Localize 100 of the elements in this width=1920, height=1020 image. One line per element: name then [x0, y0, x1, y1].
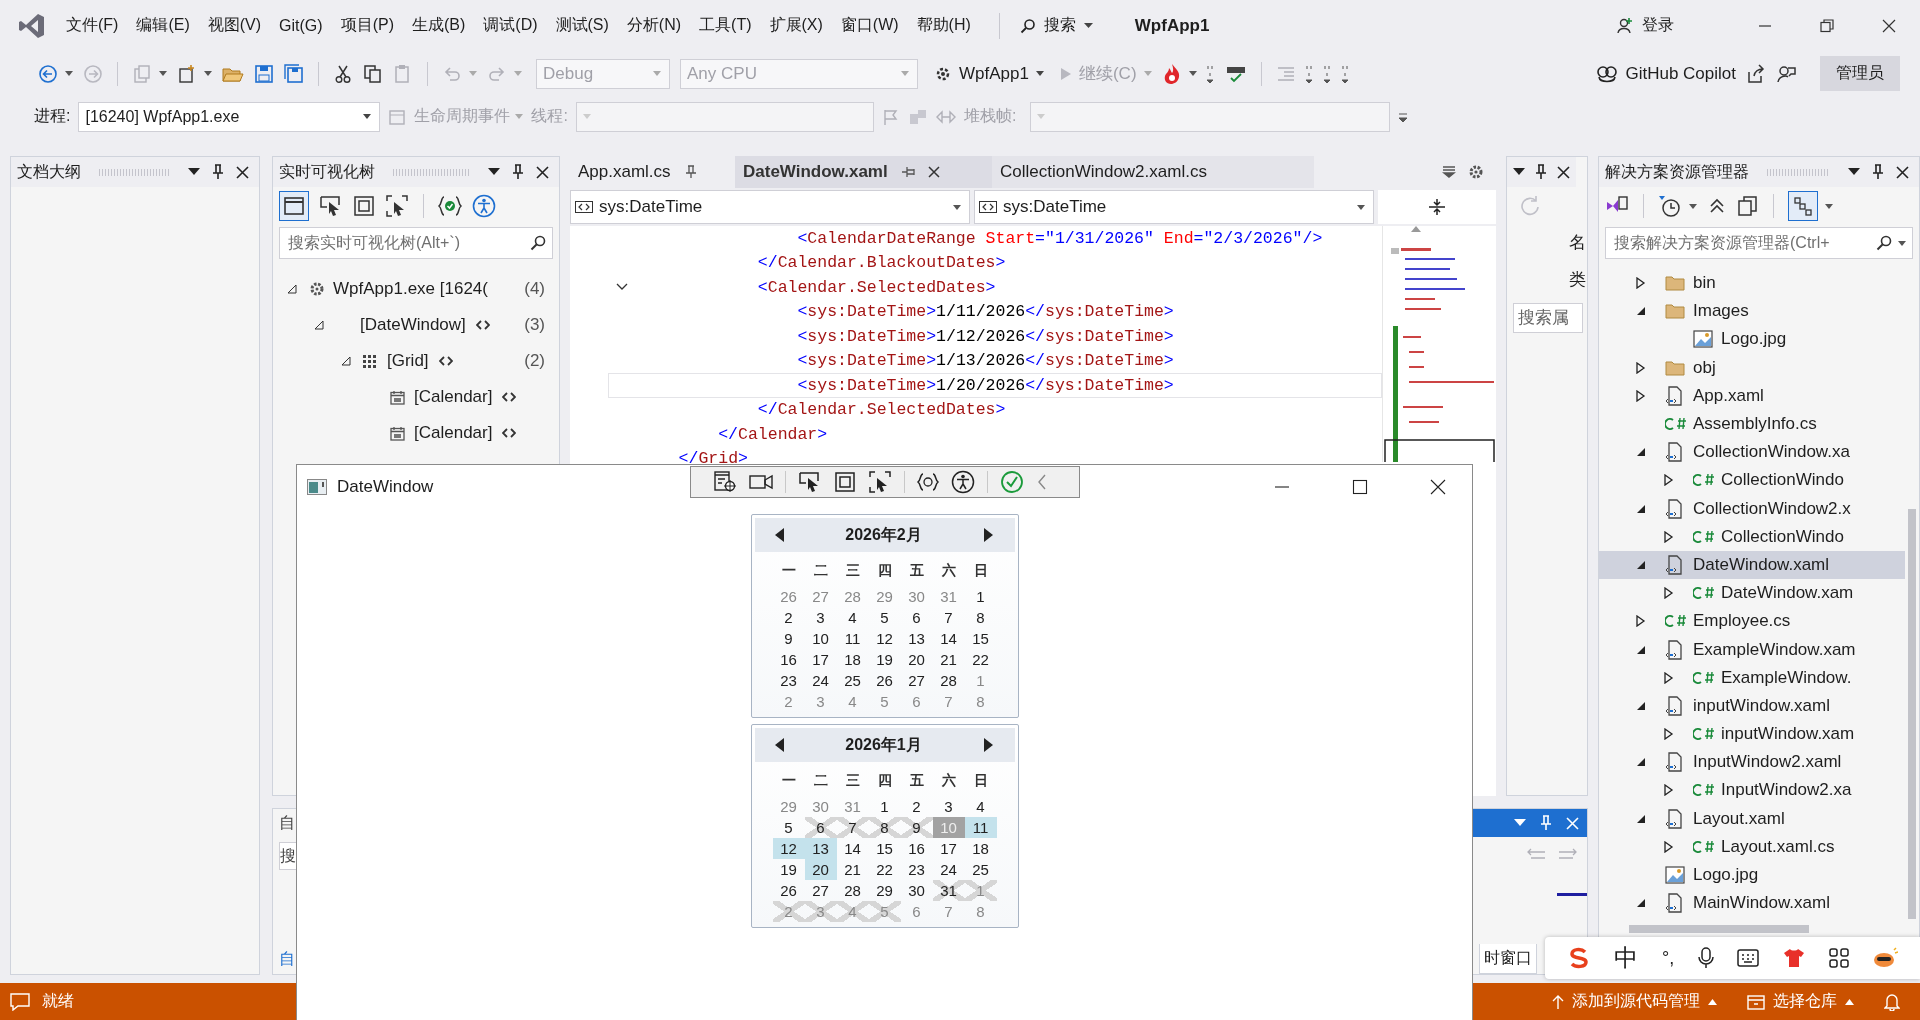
tree-row[interactable]: Images: [1599, 297, 1905, 326]
solution-item[interactable]: CollectionWindo: [1721, 470, 1844, 491]
menu-item[interactable]: 分析(N): [626, 11, 700, 40]
comment-icon[interactable]: [10, 992, 30, 1011]
binding-icon[interactable]: [917, 472, 939, 492]
collapsed-icon[interactable]: [1663, 784, 1674, 797]
tree-row[interactable]: CollectionWindo: [1599, 466, 1905, 495]
save-icon[interactable]: [254, 63, 274, 84]
collapse-icon[interactable]: [616, 283, 628, 292]
calendar-day[interactable]: 27: [900, 670, 933, 691]
tree-row[interactable]: CollectionWindow2.x: [1599, 494, 1905, 523]
pin-icon[interactable]: [684, 165, 697, 179]
menu-item[interactable]: 调试(D): [483, 11, 556, 40]
calendar-day[interactable]: 11: [964, 817, 997, 838]
tree-row[interactable]: AssemblyInfo.cs: [1599, 409, 1905, 439]
calendar-day[interactable]: 20: [804, 859, 837, 880]
collapsed-icon[interactable]: [1635, 277, 1646, 290]
month-title[interactable]: 2026年1月: [845, 734, 922, 756]
overflow-icon[interactable]: [1341, 63, 1350, 84]
solution-item[interactable]: Layout.xaml.cs: [1721, 836, 1835, 857]
calendar-day[interactable]: 30: [900, 880, 933, 901]
accessibility-icon[interactable]: [951, 470, 975, 494]
calendar-day[interactable]: 2: [772, 607, 805, 628]
calendar-day[interactable]: 3: [932, 796, 965, 817]
calendar-day[interactable]: 13: [900, 628, 933, 649]
cut-icon[interactable]: [333, 63, 353, 84]
search-button[interactable]: 搜索: [1011, 11, 1101, 40]
scrollbar-thumb[interactable]: [1629, 925, 1809, 933]
tree-row[interactable]: DateWindow.xaml: [1599, 550, 1905, 580]
tree-row[interactable]: CollectionWindow.xa: [1599, 438, 1905, 467]
calendar-day[interactable]: 19: [772, 859, 805, 880]
calendar-day[interactable]: 31: [932, 586, 965, 607]
calendar-day[interactable]: 22: [868, 859, 901, 880]
calendar-day[interactable]: 23: [772, 670, 805, 691]
xaml-link-icon[interactable]: [438, 356, 453, 366]
tab-list-icon[interactable]: [1442, 166, 1456, 178]
calendar-day[interactable]: 16: [772, 649, 805, 670]
calendar-day[interactable]: 7: [932, 607, 965, 628]
track-focus-icon[interactable]: [868, 470, 892, 494]
search-field[interactable]: 搜索属: [1513, 303, 1583, 333]
expanded-icon[interactable]: [314, 320, 324, 330]
tree-row[interactable]: inputWindow.xaml: [1599, 691, 1905, 720]
previous-month-icon[interactable]: [774, 528, 785, 542]
tree-node[interactable]: WpfApp1.exe [1624(: [333, 279, 488, 299]
calendar-day[interactable]: 31: [932, 880, 965, 901]
menu-item[interactable]: 视图(V): [207, 11, 280, 40]
tree-row[interactable]: inputWindow.xam: [1599, 720, 1905, 749]
editor-tab[interactable]: App.xaml.cs: [570, 156, 735, 188]
copy-icon[interactable]: [363, 63, 383, 84]
caret-icon[interactable]: [1188, 71, 1197, 76]
tree-row[interactable]: bin: [1599, 269, 1905, 298]
check-icon[interactable]: [1000, 470, 1024, 494]
calendar-day[interactable]: 16: [900, 838, 933, 859]
feedback-icon[interactable]: [1776, 63, 1796, 84]
solution-item[interactable]: bin: [1693, 273, 1716, 294]
calendar-day[interactable]: 7: [836, 817, 869, 838]
tree-row[interactable]: ExampleWindow.: [1599, 663, 1905, 692]
xaml-link-icon[interactable]: [475, 320, 490, 330]
microphone-icon[interactable]: [1697, 947, 1714, 969]
close-icon[interactable]: [927, 166, 940, 178]
calendar-day[interactable]: 30: [900, 586, 933, 607]
calendar-day[interactable]: 12: [772, 838, 805, 859]
calendar-day[interactable]: 27: [804, 880, 837, 901]
scrollbar-thumb[interactable]: [1908, 509, 1916, 919]
back-icon[interactable]: [38, 63, 58, 84]
punctuation-mode[interactable]: °,: [1662, 947, 1675, 969]
calendar-day[interactable]: 3: [804, 607, 837, 628]
calendar-day[interactable]: 15: [964, 628, 997, 649]
solution-item[interactable]: App.xaml: [1693, 385, 1764, 406]
calendar-day[interactable]: 18: [964, 838, 997, 859]
hierarchy-icon[interactable]: [1788, 191, 1818, 221]
startup-project-button[interactable]: WpfApp1: [934, 63, 1044, 84]
calendar-day[interactable]: 24: [804, 670, 837, 691]
solution-item[interactable]: MainWindow.xaml: [1693, 893, 1830, 914]
overflow-icon[interactable]: [1305, 63, 1314, 84]
new-file-icon[interactable]: [177, 63, 197, 84]
minimap-drawing[interactable]: [1382, 226, 1496, 462]
collapsed-icon[interactable]: [1663, 587, 1674, 600]
close-icon[interactable]: [1882, 18, 1896, 33]
menu-item[interactable]: 扩展(X): [769, 11, 841, 40]
pin-icon[interactable]: [1535, 164, 1547, 180]
collapsed-icon[interactable]: [1663, 530, 1674, 543]
editor-tab[interactable]: CollectionWindow2.xaml.cs: [992, 156, 1314, 188]
next-month-icon[interactable]: [982, 528, 993, 542]
tree-row[interactable]: CollectionWindo: [1599, 522, 1905, 551]
search-field[interactable]: 搜索解决方案资源管理器(Ctrl+: [1605, 227, 1913, 259]
expanded-icon[interactable]: [341, 356, 351, 366]
overflow-icon[interactable]: [1206, 63, 1215, 84]
repository-button[interactable]: 选择仓库: [1747, 991, 1854, 1012]
scope-dropdown[interactable]: sys:DateTime: [974, 190, 1374, 224]
tree-row[interactable]: Layout.xaml: [1599, 804, 1905, 833]
xaml-link-icon[interactable]: [502, 392, 517, 402]
restore-icon[interactable]: [1820, 18, 1834, 33]
menu-item[interactable]: 测试(S): [555, 11, 627, 40]
tree-row[interactable]: DateWindow.xam: [1599, 579, 1905, 608]
expanded-icon[interactable]: [287, 284, 297, 294]
calendar-day[interactable]: 8: [868, 817, 901, 838]
scope-dropdown[interactable]: sys:DateTime: [570, 190, 970, 224]
tree-row[interactable]: ExampleWindow.xam: [1599, 635, 1905, 664]
pin-icon[interactable]: [1872, 164, 1884, 180]
